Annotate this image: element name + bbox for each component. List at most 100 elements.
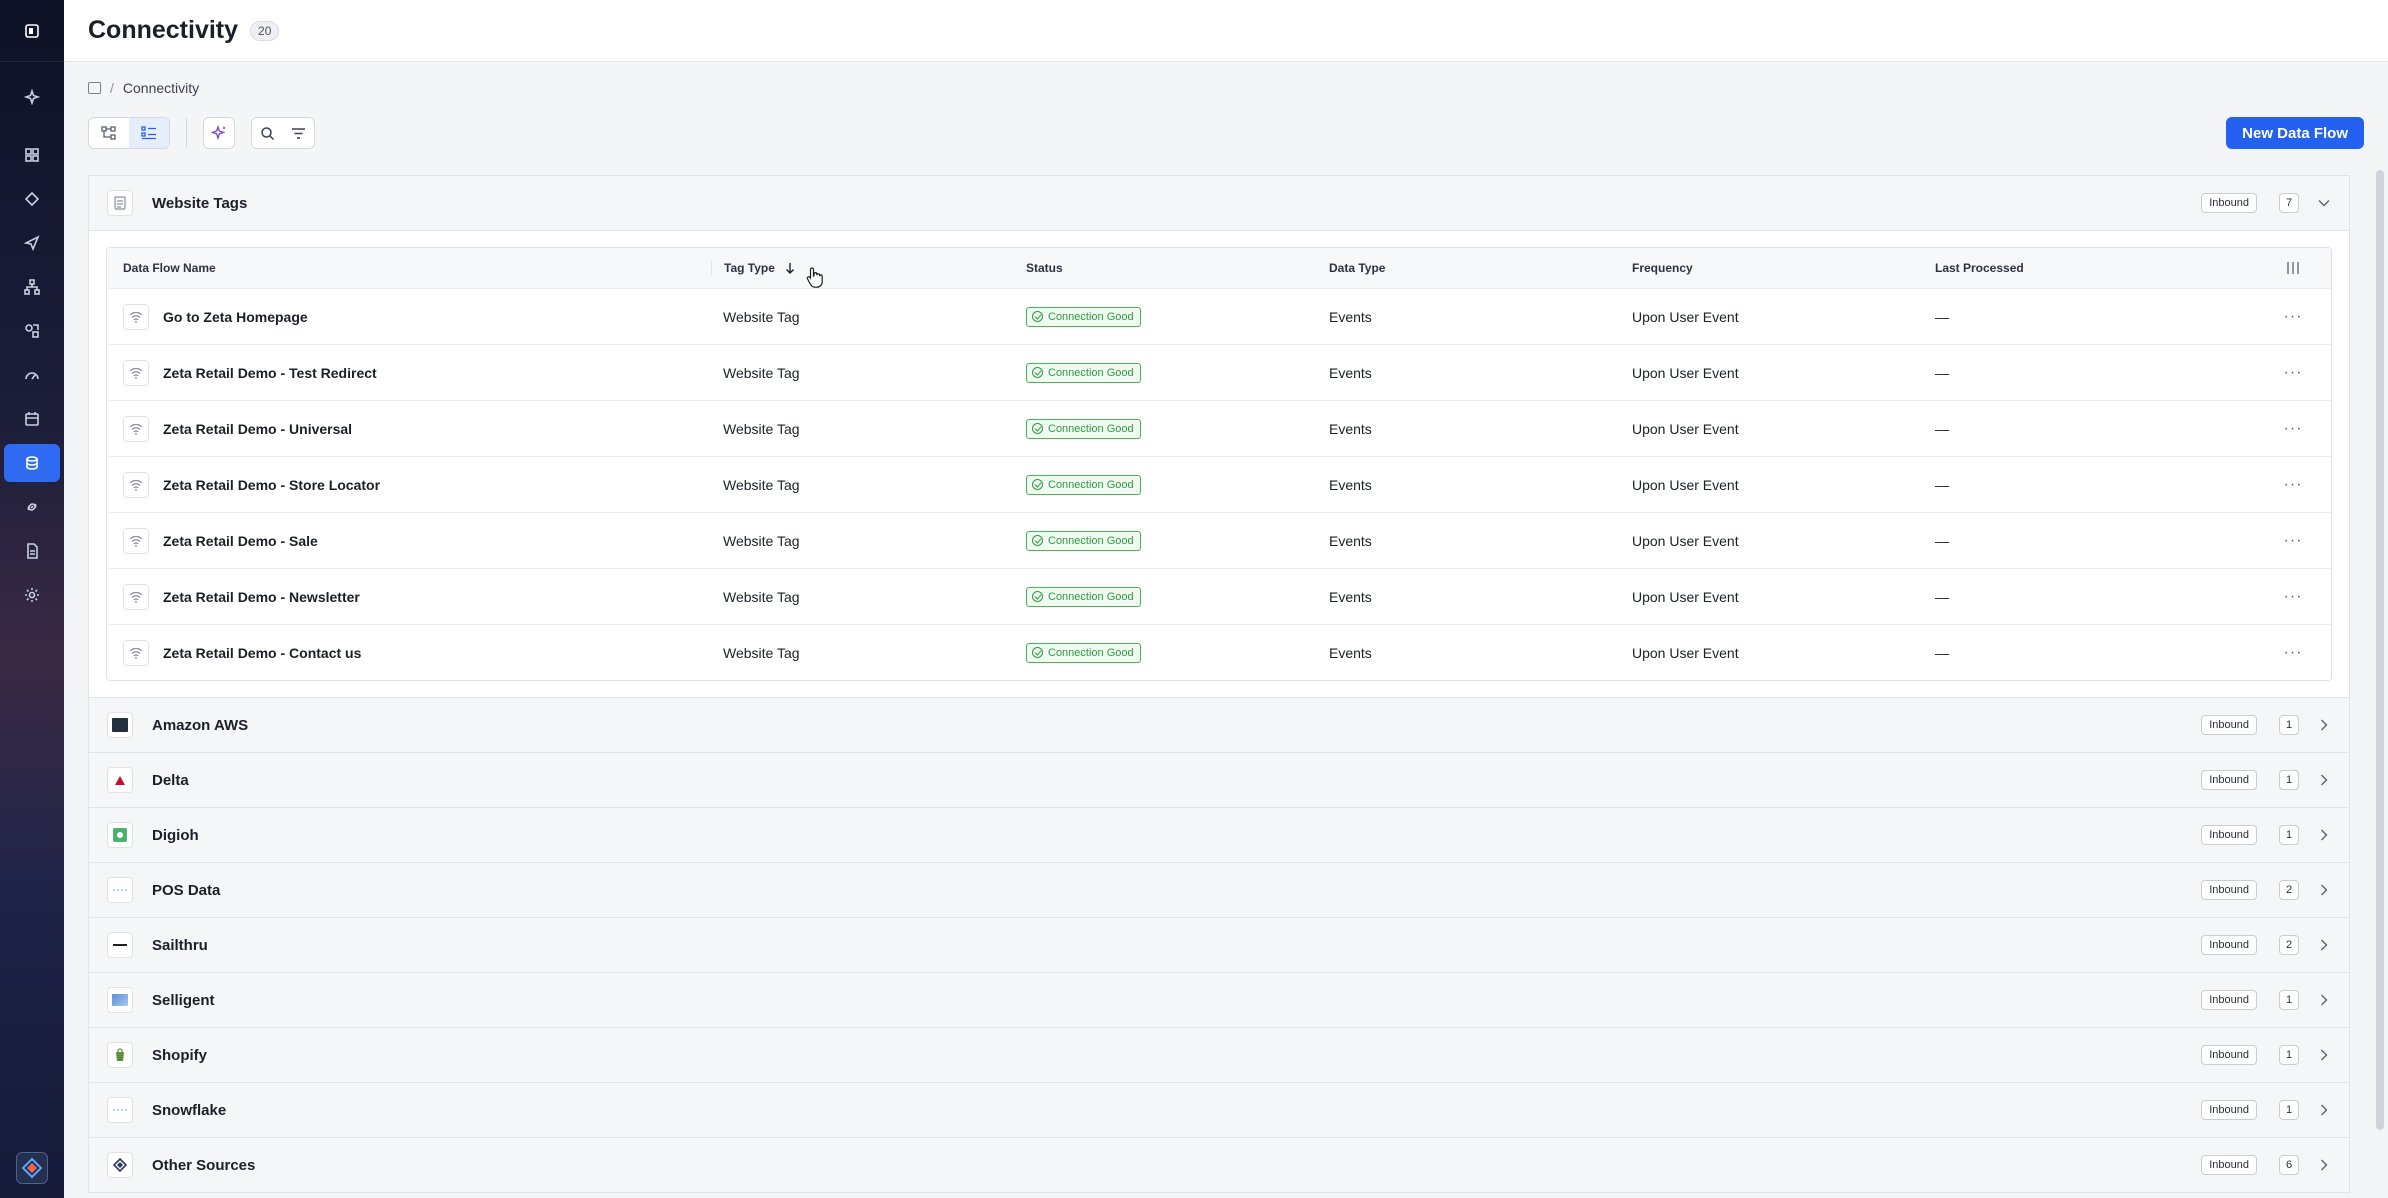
tag-type-cell: Website Tag xyxy=(723,588,800,605)
status-badge: Connection Good xyxy=(1026,362,1141,383)
data-flow-name[interactable]: Go to Zeta Homepage xyxy=(163,309,308,325)
sidebar-item-audiences[interactable] xyxy=(6,180,58,218)
group-header[interactable]: Amazon AWS Inbound 1 xyxy=(89,698,2349,752)
data-type-cell: Events xyxy=(1329,420,1372,437)
sidebar-item-ai[interactable] xyxy=(6,78,58,116)
group-header[interactable]: Digioh Inbound 1 xyxy=(89,808,2349,862)
data-flow-name[interactable]: Zeta Retail Demo - Universal xyxy=(163,421,352,437)
direction-badge: Inbound xyxy=(2201,825,2257,845)
more-options-icon[interactable]: ··· xyxy=(2284,644,2303,662)
home-icon[interactable] xyxy=(88,82,101,94)
table-row[interactable]: Zeta Retail Demo - Test Redirect Website… xyxy=(107,344,2331,400)
group-header[interactable]: Other Sources Inbound 6 xyxy=(89,1138,2349,1192)
data-flow-name[interactable]: Zeta Retail Demo - Newsletter xyxy=(163,589,360,605)
chevron-right-icon[interactable] xyxy=(2317,718,2331,732)
group-name: Digioh xyxy=(152,826,199,844)
group-header[interactable]: Website Tags Inbound 7 xyxy=(89,176,2349,230)
data-flow-name[interactable]: Zeta Retail Demo - Sale xyxy=(163,533,318,549)
group-website-tags: Website Tags Inbound 7 Data Flow Name Ta… xyxy=(88,175,2350,697)
direction-badge: Inbound xyxy=(2201,715,2257,735)
status-badge: Connection Good xyxy=(1026,474,1141,495)
filter-button[interactable] xyxy=(283,118,314,148)
page-scrollbar[interactable] xyxy=(2376,170,2384,1130)
last-processed-cell: — xyxy=(1935,476,1949,493)
chevron-right-icon[interactable] xyxy=(2317,773,2331,787)
column-header-status[interactable]: Status xyxy=(1014,261,1317,275)
more-options-icon[interactable]: ··· xyxy=(2284,420,2303,438)
direction-badge: Inbound xyxy=(2201,1155,2257,1175)
data-flow-name[interactable]: Zeta Retail Demo - Contact us xyxy=(163,645,361,661)
last-processed-cell: — xyxy=(1935,420,1949,437)
graph-view-button[interactable] xyxy=(89,118,129,148)
chevron-right-icon[interactable] xyxy=(2317,938,2331,952)
chevron-right-icon[interactable] xyxy=(2317,993,2331,1007)
table-row[interactable]: Zeta Retail Demo - Contact us Website Ta… xyxy=(107,624,2331,680)
table-row[interactable]: Zeta Retail Demo - Store Locator Website… xyxy=(107,456,2331,512)
check-circle-icon xyxy=(1032,591,1043,602)
data-flow-name[interactable]: Zeta Retail Demo - Store Locator xyxy=(163,477,380,493)
sidebar-item-reports[interactable] xyxy=(6,532,58,570)
table-row[interactable]: Zeta Retail Demo - Universal Website Tag… xyxy=(107,400,2331,456)
check-circle-icon xyxy=(1032,647,1043,658)
frequency-cell: Upon User Event xyxy=(1632,364,1739,381)
table-row[interactable]: Zeta Retail Demo - Sale Website Tag Conn… xyxy=(107,512,2331,568)
user-avatar[interactable] xyxy=(16,1152,48,1184)
sidebar-item-integrations[interactable] xyxy=(6,488,58,526)
tag-type-cell: Website Tag xyxy=(723,644,800,661)
status-label: Connection Good xyxy=(1048,366,1134,379)
ai-assist-button[interactable] xyxy=(203,117,235,149)
columns-icon xyxy=(2287,262,2299,274)
column-header-last-processed[interactable]: Last Processed xyxy=(1923,261,2263,275)
group-sailthru: Sailthru Inbound 2 xyxy=(88,917,2350,972)
sidebar-item-settings[interactable] xyxy=(6,576,58,614)
sidebar-item-connectivity[interactable] xyxy=(4,444,60,482)
chevron-right-icon[interactable] xyxy=(2317,1103,2331,1117)
column-header-name[interactable]: Data Flow Name xyxy=(107,261,711,275)
sidebar-item-calendar[interactable] xyxy=(6,400,58,438)
new-data-flow-button[interactable]: New Data Flow xyxy=(2226,117,2364,149)
column-header-data-type[interactable]: Data Type xyxy=(1317,261,1620,275)
sort-descending-icon[interactable] xyxy=(785,262,795,274)
chevron-right-icon[interactable] xyxy=(2317,828,2331,842)
direction-badge: Inbound xyxy=(2201,193,2257,213)
dashboard-icon xyxy=(25,148,39,162)
group-header[interactable]: Sailthru Inbound 2 xyxy=(89,918,2349,972)
more-options-icon[interactable]: ··· xyxy=(2284,308,2303,326)
sidebar-item-journeys[interactable] xyxy=(6,268,58,306)
more-options-icon[interactable]: ··· xyxy=(2284,364,2303,382)
database-icon xyxy=(26,456,38,470)
sidebar-item-campaigns[interactable] xyxy=(6,224,58,262)
table-row[interactable]: Zeta Retail Demo - Newsletter Website Ta… xyxy=(107,568,2331,624)
data-flow-name[interactable]: Zeta Retail Demo - Test Redirect xyxy=(163,365,377,381)
group-header[interactable]: Snowflake Inbound 1 xyxy=(89,1083,2349,1137)
breadcrumb-current[interactable]: Connectivity xyxy=(123,80,199,96)
data-type-cell: Events xyxy=(1329,644,1372,661)
sidebar-item-content[interactable] xyxy=(6,312,58,350)
more-options-icon[interactable]: ··· xyxy=(2284,532,2303,550)
group-header[interactable]: Selligent Inbound 1 xyxy=(89,973,2349,1027)
chevron-right-icon[interactable] xyxy=(2317,1158,2331,1172)
list-view-button[interactable] xyxy=(129,118,169,148)
group-header[interactable]: Shopify Inbound 1 xyxy=(89,1028,2349,1082)
search-button[interactable] xyxy=(252,118,283,148)
hierarchy-icon xyxy=(24,279,40,295)
amazon-aws-logo-icon xyxy=(107,712,133,738)
sidebar-item-dashboard[interactable] xyxy=(6,136,58,174)
column-header-frequency[interactable]: Frequency xyxy=(1620,261,1923,275)
column-header-tag-type[interactable]: Tag Type xyxy=(711,261,1014,275)
more-options-icon[interactable]: ··· xyxy=(2284,588,2303,606)
more-options-icon[interactable]: ··· xyxy=(2284,476,2303,494)
column-settings-button[interactable] xyxy=(2263,261,2323,275)
app-switcher-button[interactable] xyxy=(0,0,64,62)
chevron-down-icon[interactable] xyxy=(2317,196,2331,210)
chevron-right-icon[interactable] xyxy=(2317,883,2331,897)
count-badge: 1 xyxy=(2279,715,2299,735)
table-row[interactable]: Go to Zeta Homepage Website Tag Connecti… xyxy=(107,288,2331,344)
wifi-icon xyxy=(123,303,149,330)
group-header[interactable]: Delta Inbound 1 xyxy=(89,753,2349,807)
chevron-right-icon[interactable] xyxy=(2317,1048,2331,1062)
send-icon xyxy=(24,235,40,251)
sidebar-item-analytics[interactable] xyxy=(6,356,58,394)
last-processed-cell: — xyxy=(1935,644,1949,661)
group-header[interactable]: POS Data Inbound 2 xyxy=(89,863,2349,917)
